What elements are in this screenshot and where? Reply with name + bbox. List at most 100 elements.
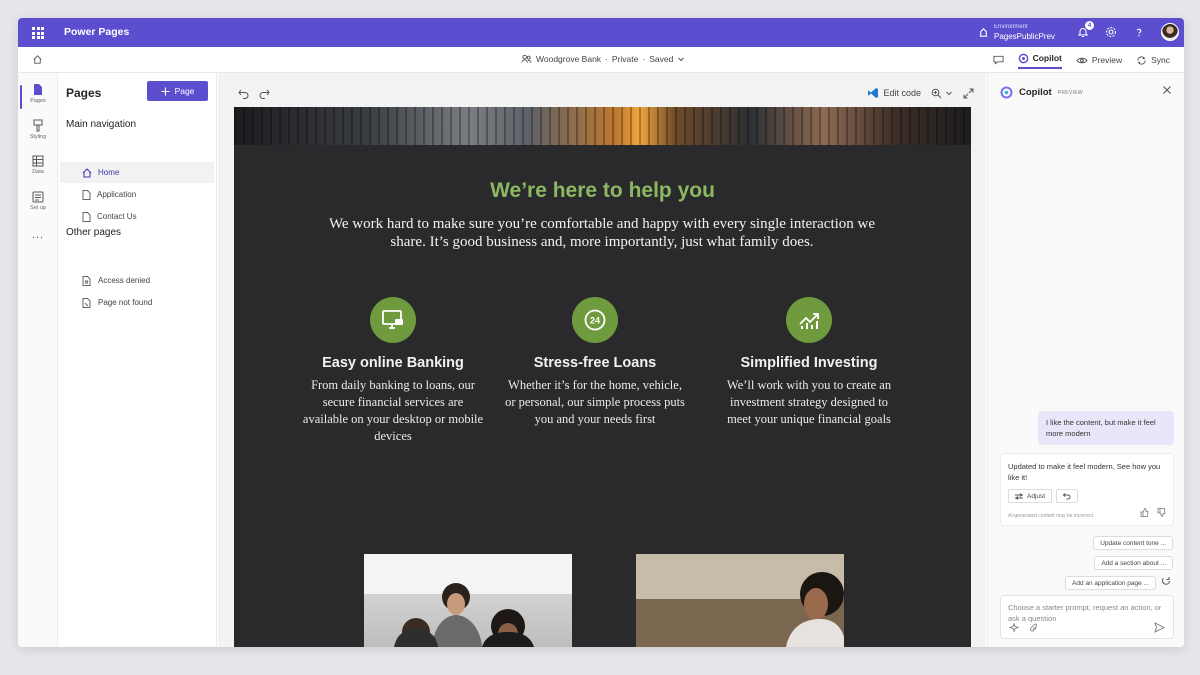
app-window: Power Pages Environment PagesPublicPrev … [18,18,1184,647]
command-actions: Copilot Preview Sync [993,51,1170,69]
app-title[interactable]: Power Pages [64,26,129,38]
comments-button[interactable] [993,51,1004,69]
suggestion-add-application-page[interactable]: Add an application page ... [1065,576,1156,590]
copilot-logo-icon [1000,86,1013,99]
thumbs-up-icon[interactable] [1140,508,1149,517]
preview-button[interactable]: Preview [1076,51,1122,69]
feature-investing[interactable]: Simplified Investing We’ll work with you… [704,297,914,428]
add-page-button[interactable]: Page [147,81,208,101]
thumbs-down-icon[interactable] [1157,508,1166,517]
copilot-toggle[interactable]: Copilot [1017,51,1062,69]
top-bar: Power Pages Environment PagesPublicPrev … [18,18,1184,47]
home-icon[interactable] [32,54,43,65]
page-icon [34,84,42,95]
feature-icon-circle [786,297,832,343]
preview-tag: PREVIEW [1057,89,1083,96]
people-illustration [364,554,572,647]
site-status: Saved [649,54,674,64]
assistant-message-text: Updated to make it feel modern. See how … [1008,462,1161,482]
rail-item-setup[interactable]: Set up [18,191,58,211]
user-avatar[interactable] [1161,23,1179,41]
notification-badge: 4 [1085,21,1094,30]
environment-picker[interactable]: Environment PagesPublicPrev [978,23,1055,41]
page-item-label: Page not found [98,298,153,307]
feature-icon-circle [370,297,416,343]
edit-code-button[interactable]: Edit code [867,87,921,99]
copilot-title: Copilot [1019,87,1052,98]
table-icon [32,155,44,167]
help-icon [1136,28,1142,37]
more-icon[interactable]: ... [18,229,58,241]
hero-image [234,107,971,145]
adjust-icon [1015,492,1023,500]
adjust-button[interactable]: Adjust [1008,489,1053,503]
document-icon [82,211,91,222]
comment-icon [993,55,1004,65]
environment-label: Environment [994,24,1028,30]
suggestion-update-tone[interactable]: Update content tone ... [1093,536,1173,550]
site-name: Woodgrove Bank [536,54,602,64]
help-button[interactable] [1131,24,1147,40]
ai-disclaimer: AI-generated content may be incorrect [1008,513,1094,519]
sync-button[interactable]: Sync [1136,51,1170,69]
chevron-down-icon [946,91,952,96]
app-launcher-icon[interactable] [32,27,44,39]
vscode-icon [868,88,879,98]
gear-icon [1105,26,1117,38]
feature-icon-circle: 24 [572,297,618,343]
chevron-down-icon [678,57,685,62]
canvas-tools: Edit code [867,87,974,99]
refresh-icon[interactable] [1161,576,1171,586]
send-icon[interactable] [1154,622,1165,633]
close-icon[interactable] [1162,85,1172,95]
copilot-icon [1018,53,1028,63]
24-hour-icon-text: 24 [590,316,600,326]
24-hour-icon: 24 [584,309,606,331]
page-item-contact-us[interactable]: Contact Us [60,206,214,227]
sparkle-icon[interactable] [1009,623,1019,633]
feature-loans[interactable]: 24 Stress-free Loans Whether it’s for th… [490,297,700,428]
rail-item-styling[interactable]: Styling [18,119,58,140]
notifications-button[interactable]: 4 [1075,21,1094,40]
undo-icon[interactable] [238,89,249,99]
rail-item-label: Data [32,169,44,175]
feature-text: From daily banking to loans, our secure … [302,378,484,443]
section-heading[interactable]: We’re here to help you [234,179,971,203]
edit-code-label: Edit code [883,88,921,98]
page-item-home[interactable]: Home [60,162,214,183]
rail-item-pages[interactable]: Pages [18,83,58,109]
rail-item-label: Styling [29,134,47,140]
prompt-input[interactable]: Choose a starter prompt, request an acti… [1000,595,1174,639]
page-item-label: Contact Us [97,212,137,221]
redo-icon[interactable] [259,89,270,99]
site-info[interactable]: Woodgrove Bank · Private · Saved [521,54,685,64]
intro-text[interactable]: We work hard to make sure you’re comfort… [312,215,892,251]
settings-button[interactable] [1103,24,1119,40]
site-preview[interactable]: We’re here to help you We work hard to m… [234,107,971,647]
feature-text: We’ll work with you to create an investm… [726,378,892,426]
environment-icon [979,27,988,37]
rail-item-label: Pages [30,98,46,104]
expand-icon[interactable] [963,88,974,99]
undo-response-button[interactable] [1056,489,1079,503]
zoom-control[interactable] [931,88,953,99]
brush-icon [33,119,43,132]
suggestion-add-section[interactable]: Add a section about ... [1094,556,1173,570]
workspace-rail: Pages Styling Data Set up ... [18,73,58,647]
design-canvas: Edit code We’re here to help you We work… [218,73,986,647]
assistant-message: Updated to make it feel modern. See how … [1000,453,1174,526]
feature-online-banking[interactable]: Easy online Banking From daily banking t… [288,297,498,445]
feature-title: Stress-free Loans [533,355,657,371]
page-item-page-not-found[interactable]: Page not found [60,292,214,313]
page-item-label: Access denied [98,276,151,285]
document-icon [82,189,91,200]
command-bar: Woodgrove Bank · Private · Saved Copilot… [18,47,1184,73]
attach-icon[interactable] [1029,623,1039,633]
page-item-application[interactable]: Application [60,184,214,205]
plus-icon [161,87,170,95]
search-page-icon [82,297,91,308]
page-item-access-denied[interactable]: Access denied [60,270,214,291]
rail-item-data[interactable]: Data [18,155,58,175]
feature-title: Easy online Banking [322,355,464,371]
undo-icon [1063,492,1071,499]
